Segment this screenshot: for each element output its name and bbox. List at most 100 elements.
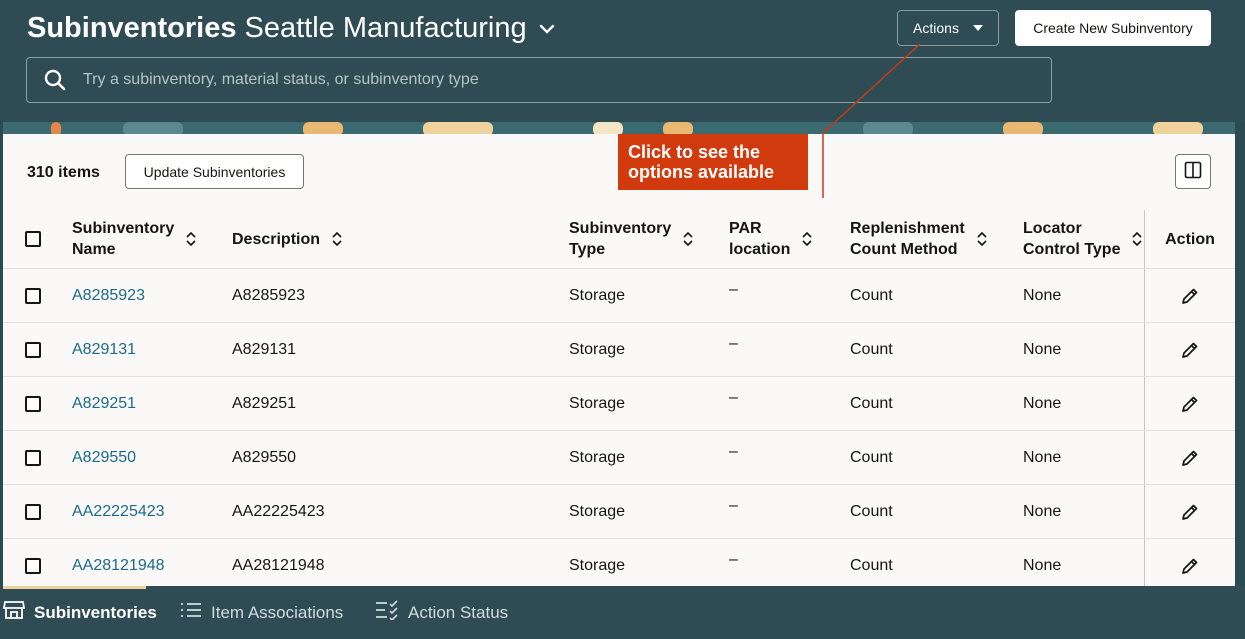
column-label: Type	[569, 241, 606, 258]
par-value: –	[729, 334, 738, 352]
bottom-navigation: Subinventories Item Associations Action …	[0, 586, 1245, 639]
sort-icon[interactable]	[802, 231, 812, 247]
cell-replenishment: Count	[850, 394, 893, 412]
tutorial-callout: Click to see the options available	[618, 134, 808, 190]
sort-icon[interactable]	[332, 231, 342, 247]
sort-icon[interactable]	[1132, 231, 1143, 247]
subinventory-link[interactable]: A8285923	[72, 287, 145, 305]
table-header-row: Subinventory Name Description Subinventor…	[3, 210, 1235, 269]
cell-locator-control: None	[1023, 502, 1062, 520]
cell-name: AA22225423	[72, 485, 222, 538]
cell-name: A8285923	[72, 269, 222, 322]
subinventory-link[interactable]: AA28121948	[72, 557, 165, 575]
row-checkbox[interactable]	[25, 557, 41, 574]
row-checkbox[interactable]	[25, 395, 41, 412]
cell-type: Storage	[569, 340, 626, 358]
search-input[interactable]	[83, 71, 1051, 89]
column-label: Name	[72, 241, 116, 258]
table-row[interactable]: A829131 A829131 Storage – Count None	[3, 323, 1235, 377]
par-value: –	[729, 442, 738, 460]
table-row[interactable]: A829251 A829251 Storage – Count None	[3, 377, 1235, 431]
par-value: –	[729, 388, 738, 406]
column-header-replenishment[interactable]: Replenishment Count Method	[850, 210, 1015, 268]
subinventories-table: Subinventory Name Description Subinventor…	[3, 210, 1235, 586]
organization-name[interactable]: Seattle Manufacturing	[245, 12, 527, 45]
search-icon	[27, 69, 83, 91]
row-checkbox[interactable]	[25, 341, 41, 358]
cell-description: AA22225423	[232, 502, 325, 520]
subinventory-link[interactable]: A829550	[72, 449, 136, 467]
column-label: Locator	[1023, 220, 1082, 237]
cell-description: AA28121948	[232, 556, 325, 574]
actions-button[interactable]: Actions	[897, 10, 999, 46]
table-row[interactable]: AA28121948 AA28121948 Storage – Count No…	[3, 539, 1235, 586]
column-header-description[interactable]: Description	[232, 210, 562, 268]
column-header-par-location[interactable]: PAR location	[729, 210, 839, 268]
create-new-subinventory-button[interactable]: Create New Subinventory	[1015, 10, 1211, 46]
row-checkbox[interactable]	[25, 287, 41, 304]
subinventories-panel: 310 items Update Subinventories Subinven…	[3, 134, 1235, 586]
subinventory-link[interactable]: A829131	[72, 341, 136, 359]
cell-replenishment: Count	[850, 340, 893, 358]
actions-button-label: Actions	[913, 20, 959, 36]
page-title: Subinventories Seattle Manufacturing	[27, 12, 557, 45]
subinventory-link[interactable]: AA22225423	[72, 503, 165, 521]
column-header-type[interactable]: Subinventory Type	[569, 210, 719, 268]
row-select-cell	[25, 269, 41, 322]
cell-action	[1144, 377, 1235, 430]
checklist-icon	[375, 600, 399, 625]
row-select-cell	[25, 377, 41, 430]
active-tab-indicator	[3, 586, 146, 589]
row-checkbox[interactable]	[25, 503, 41, 520]
update-subinventories-button[interactable]: Update Subinventories	[125, 154, 304, 189]
callout-text: Click to see the	[628, 142, 761, 162]
cell-action	[1144, 269, 1235, 322]
chevron-down-icon[interactable]	[539, 20, 557, 38]
table-row[interactable]: A8285923 A8285923 Storage – Count None	[3, 269, 1235, 323]
table-row[interactable]: A829550 A829550 Storage – Count None	[3, 431, 1235, 485]
sort-icon[interactable]	[977, 231, 987, 247]
tab-item-associations[interactable]: Item Associations	[180, 586, 343, 639]
column-header-name[interactable]: Subinventory Name	[72, 210, 222, 268]
edit-pencil-icon[interactable]	[1181, 503, 1199, 521]
cell-description: A829131	[232, 340, 297, 358]
tab-subinventories[interactable]: Subinventories	[2, 586, 157, 639]
select-all-cell	[25, 210, 41, 268]
tab-label: Subinventories	[34, 602, 157, 622]
row-select-cell	[25, 539, 41, 586]
cell-action	[1144, 323, 1235, 376]
select-all-checkbox[interactable]	[25, 231, 41, 247]
edit-pencil-icon[interactable]	[1181, 287, 1199, 305]
list-icon	[180, 601, 202, 624]
column-header-action: Action	[1144, 210, 1235, 268]
column-layout-button[interactable]	[1175, 154, 1211, 189]
column-label: Subinventory	[569, 220, 672, 237]
store-icon	[2, 600, 26, 625]
edit-pencil-icon[interactable]	[1181, 395, 1199, 413]
column-label: location	[729, 241, 791, 258]
caret-down-icon	[972, 25, 983, 31]
cell-par-location: –	[729, 431, 839, 484]
column-label: Count Method	[850, 241, 958, 258]
sort-icon[interactable]	[683, 231, 693, 247]
tab-action-status[interactable]: Action Status	[375, 586, 508, 639]
edit-pencil-icon[interactable]	[1181, 557, 1199, 575]
row-select-cell	[25, 485, 41, 538]
cell-name: AA28121948	[72, 539, 222, 586]
edit-pencil-icon[interactable]	[1181, 449, 1199, 467]
cell-par-location: –	[729, 485, 839, 538]
cell-replenishment: Count	[850, 502, 893, 520]
cell-type: Storage	[569, 448, 626, 466]
cell-locator-control: None	[1023, 394, 1062, 412]
sort-icon[interactable]	[186, 231, 196, 247]
cell-action	[1144, 431, 1235, 484]
table-row[interactable]: AA22225423 AA22225423 Storage – Count No…	[3, 485, 1235, 539]
column-header-locator-control[interactable]: Locator Control Type	[1023, 210, 1143, 268]
subinventory-link[interactable]: A829251	[72, 395, 136, 413]
edit-pencil-icon[interactable]	[1181, 341, 1199, 359]
row-checkbox[interactable]	[25, 449, 41, 466]
search-bar[interactable]	[26, 57, 1052, 103]
cell-name: A829131	[72, 323, 222, 376]
par-value: –	[729, 280, 738, 298]
page-header: Subinventories Seattle Manufacturing Act…	[0, 0, 1245, 122]
